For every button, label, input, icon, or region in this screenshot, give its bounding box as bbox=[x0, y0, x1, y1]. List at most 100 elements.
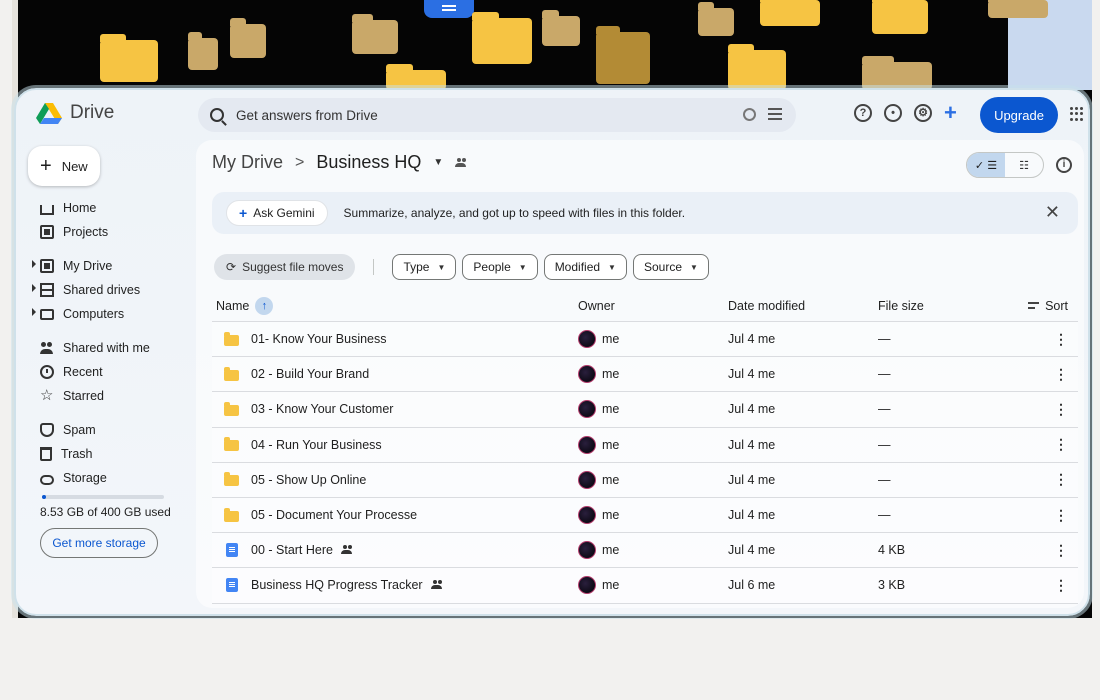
list-icon bbox=[424, 0, 474, 18]
search-input[interactable] bbox=[236, 107, 656, 123]
view-toggle[interactable]: ✓ ☰ ☷ bbox=[966, 152, 1044, 178]
sidebar-item-shared-drives[interactable]: Shared drives bbox=[16, 278, 196, 302]
main-content: My Drive > Business HQ ▼ ✓ ☰ ☷ i + Ask G… bbox=[196, 140, 1084, 608]
get-more-storage-button[interactable]: Get more storage bbox=[40, 528, 158, 558]
grid-view-button[interactable]: ☷ bbox=[1005, 153, 1043, 177]
file-name-cell[interactable]: 03 - Know Your Customer bbox=[212, 401, 578, 416]
folder-icon bbox=[224, 507, 239, 522]
folder-icon bbox=[224, 366, 239, 381]
sidebar-item-shared-with-me[interactable]: Shared with me bbox=[16, 336, 196, 360]
sidebar-item-label: Spam bbox=[63, 423, 96, 437]
more-actions-icon[interactable]: ⋮ bbox=[1028, 401, 1078, 418]
breadcrumb-separator: > bbox=[295, 153, 305, 171]
new-button-label: New bbox=[61, 158, 88, 174]
file-size-cell: — bbox=[878, 437, 891, 452]
info-icon[interactable]: i bbox=[1056, 157, 1072, 173]
owner-name: me bbox=[602, 543, 620, 558]
owner-name: me bbox=[602, 367, 620, 382]
gemini-banner: + Ask Gemini Summarize, analyze, and got… bbox=[212, 192, 1078, 234]
gemini-plus-icon[interactable]: + bbox=[944, 102, 957, 124]
sidebar-item-my-drive[interactable]: My Drive bbox=[16, 254, 196, 278]
ask-gemini-button[interactable]: + Ask Gemini bbox=[226, 200, 328, 226]
shared-drives-icon bbox=[40, 283, 54, 297]
date-modified-cell: Jul 4 me bbox=[728, 437, 776, 452]
upgrade-button[interactable]: Upgrade bbox=[980, 97, 1058, 133]
table-row[interactable]: 04 - Run Your Business me Jul 4 me — ⋮ bbox=[212, 427, 1078, 463]
table-row[interactable]: Business HQ Progress Tracker me Jul 6 me 3 … bbox=[212, 568, 1078, 604]
filter-source-chip[interactable]: Source ▼ bbox=[632, 254, 709, 280]
drive-logo-icon bbox=[36, 103, 62, 124]
sidebar-item-recent[interactable]: Recent bbox=[16, 360, 196, 384]
drive-logo[interactable]: Drive bbox=[36, 102, 114, 124]
file-name-cell[interactable]: 05 - Document Your Processe bbox=[212, 507, 578, 522]
breadcrumb-my-drive[interactable]: My Drive bbox=[212, 152, 283, 173]
column-header-name[interactable]: Name ↑ bbox=[212, 296, 578, 315]
search-icon[interactable] bbox=[210, 108, 224, 122]
file-name-cell[interactable]: Business HQ Progress Tracker bbox=[212, 578, 578, 593]
file-name-cell[interactable]: 01- Know Your Business bbox=[212, 331, 578, 346]
gemini-spark-icon[interactable] bbox=[743, 108, 756, 121]
shared-folder-icon bbox=[455, 157, 467, 168]
settings-icon[interactable]: ⚙ bbox=[914, 104, 932, 122]
kebab-icon: ⋮ bbox=[1054, 506, 1068, 523]
more-actions-icon[interactable]: ⋮ bbox=[1028, 366, 1078, 383]
drive-window: Drive ? • ⚙ + Upgrade + New Home Project… bbox=[14, 88, 1090, 616]
table-row[interactable]: 02 - Build Your Brand me Jul 4 me — ⋮ bbox=[212, 357, 1078, 393]
list-view-button[interactable]: ✓ ☰ bbox=[967, 153, 1005, 177]
breadcrumb-current-folder[interactable]: Business HQ bbox=[316, 152, 421, 173]
folder-decoration bbox=[100, 34, 158, 82]
file-name: 05 - Show Up Online bbox=[251, 472, 367, 487]
file-name-cell[interactable]: 02 - Build Your Brand bbox=[212, 366, 578, 381]
sidebar-item-starred[interactable]: ☆ Starred bbox=[16, 384, 196, 408]
sidebar-item-label: Shared with me bbox=[63, 341, 150, 355]
table-row[interactable]: 00 - Start Here me Jul 4 me 4 KB ⋮ bbox=[212, 533, 1078, 569]
file-name-cell[interactable]: 05 - Show Up Online bbox=[212, 472, 578, 487]
sidebar-item-trash[interactable]: Trash bbox=[16, 442, 196, 466]
owner-cell: me bbox=[578, 506, 728, 525]
more-actions-icon[interactable]: ⋮ bbox=[1028, 542, 1078, 559]
table-row[interactable]: 05 - Show Up Online me Jul 4 me — ⋮ bbox=[212, 462, 1078, 498]
search-options-icon[interactable] bbox=[768, 108, 782, 120]
more-actions-icon[interactable]: ⋮ bbox=[1028, 577, 1078, 594]
sidebar-item-label: Storage bbox=[63, 471, 107, 485]
new-button[interactable]: + New bbox=[28, 146, 100, 186]
sidebar-item-home[interactable]: Home bbox=[16, 196, 196, 220]
folder-menu-chevron-down-icon[interactable]: ▼ bbox=[433, 157, 443, 168]
suggest-file-moves-button[interactable]: ⟳ Suggest file moves bbox=[214, 254, 356, 280]
more-actions-icon[interactable]: ⋮ bbox=[1028, 507, 1078, 524]
sidebar-item-projects[interactable]: Projects bbox=[16, 220, 196, 244]
column-header-date-modified[interactable]: Date modified bbox=[728, 299, 878, 313]
close-icon[interactable]: ✕ bbox=[1045, 202, 1060, 223]
more-actions-icon[interactable]: ⋮ bbox=[1028, 436, 1078, 453]
date-modified-cell: Jul 4 me bbox=[728, 402, 776, 417]
apps-grid-icon[interactable] bbox=[1070, 107, 1084, 121]
expand-caret-icon[interactable] bbox=[32, 260, 36, 268]
sidebar-item-computers[interactable]: Computers bbox=[16, 302, 196, 326]
sort-button[interactable]: Sort bbox=[1028, 299, 1078, 313]
expand-caret-icon[interactable] bbox=[32, 284, 36, 292]
file-name-cell[interactable]: 00 - Start Here bbox=[212, 543, 578, 558]
kebab-icon: ⋮ bbox=[1054, 471, 1068, 488]
table-row[interactable]: 01- Know Your Business me Jul 4 me — ⋮ bbox=[212, 322, 1078, 358]
expand-caret-icon[interactable] bbox=[32, 308, 36, 316]
more-actions-icon[interactable]: ⋮ bbox=[1028, 331, 1078, 348]
chevron-down-icon: ▼ bbox=[690, 262, 698, 272]
column-header-file-size[interactable]: File size bbox=[878, 299, 1028, 313]
filter-modified-chip[interactable]: Modified ▼ bbox=[543, 254, 627, 280]
more-actions-icon[interactable]: ⋮ bbox=[1028, 471, 1078, 488]
table-row[interactable]: 05 - Document Your Processe me Jul 4 me — ⋮ bbox=[212, 497, 1078, 534]
sidebar-item-spam[interactable]: Spam bbox=[16, 418, 196, 442]
filter-type-chip[interactable]: Type ▼ bbox=[392, 254, 457, 280]
filter-chip-label: Type bbox=[403, 260, 430, 274]
avatar bbox=[578, 330, 596, 349]
filter-people-chip[interactable]: People ▼ bbox=[462, 254, 538, 280]
file-name-cell[interactable]: 04 - Run Your Business bbox=[212, 437, 578, 452]
table-row[interactable]: 03 - Know Your Customer me Jul 4 me — ⋮ bbox=[212, 392, 1078, 428]
sort-ascending-icon[interactable]: ↑ bbox=[255, 296, 274, 315]
ready-offline-icon[interactable]: • bbox=[884, 104, 902, 122]
folder-decoration bbox=[760, 0, 820, 26]
search-bar[interactable] bbox=[198, 98, 796, 132]
help-icon[interactable]: ? bbox=[854, 104, 872, 122]
sidebar-item-storage[interactable]: Storage bbox=[16, 466, 196, 490]
folder-decoration bbox=[386, 64, 446, 90]
